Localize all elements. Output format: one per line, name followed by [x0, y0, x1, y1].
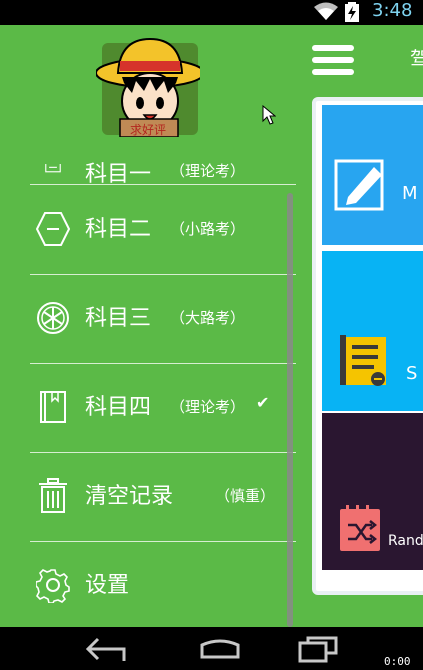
trash-icon: [39, 478, 67, 513]
drawer-item-sub: （小路考）: [170, 220, 246, 238]
card-label: S: [406, 363, 418, 384]
document-icon: [45, 164, 61, 173]
drawer-item-title: 科目一: [85, 162, 152, 187]
card-exercise[interactable]: M: [322, 105, 423, 245]
status-time: 3:48: [372, 0, 413, 21]
shuffle-icon: [340, 505, 380, 551]
app-title: 驾: [410, 47, 423, 71]
card-label: M: [402, 183, 418, 204]
drawer-item-kemu2[interactable]: 科目二 （小路考）: [30, 185, 296, 275]
home-icon[interactable]: [196, 635, 244, 663]
drawer-scrollbar[interactable]: [287, 193, 293, 627]
drawer-item-settings[interactable]: 设置: [30, 541, 296, 627]
card-random[interactable]: Rand: [322, 413, 423, 570]
hexagon-minus-icon: [36, 212, 70, 246]
book-icon: [40, 391, 66, 423]
drawer-item-sub: （慎重）: [215, 487, 276, 505]
avatar[interactable]: 求好评: [95, 33, 205, 138]
wifi-icon: [314, 2, 338, 20]
drawer-item-title: 清空记录: [85, 484, 174, 509]
navigation-drawer: 科目一 （理论考） 科目二 （小路考） 科目三 （大路考） 科目四 （理论考） …: [0, 25, 300, 627]
battery-charging-icon: [345, 2, 359, 22]
mouse-cursor-icon: [262, 105, 276, 125]
recents-icon[interactable]: [296, 635, 344, 663]
drawer-item-sub: （大路考）: [170, 309, 246, 327]
steering-wheel-icon: [37, 302, 69, 334]
notepad-icon: [340, 335, 386, 386]
gear-icon: [36, 569, 70, 603]
drawer-item-title: 科目四: [85, 395, 152, 420]
drawer-item-sub: （理论考）: [170, 162, 246, 180]
edit-icon: [334, 159, 384, 211]
status-bar: 3:48: [0, 0, 423, 25]
card-notes[interactable]: S: [322, 251, 423, 411]
drawer-item-title: 设置: [85, 573, 130, 598]
checkmark-icon: ✔: [256, 393, 270, 412]
avatar-caption: 求好评: [130, 123, 167, 137]
hamburger-icon[interactable]: [312, 45, 354, 79]
drawer-item-kemu4[interactable]: 科目四 （理论考） ✔: [30, 363, 296, 453]
card-label: Rand: [388, 533, 423, 549]
drawer-item-title: 科目二: [85, 217, 152, 242]
system-nav-bar: [0, 627, 423, 670]
fps-overlay: 0:00: [384, 655, 411, 668]
drawer-item-kemu3[interactable]: 科目三 （大路考）: [30, 274, 296, 364]
back-icon[interactable]: [84, 635, 132, 663]
card-list: M S Rand: [312, 97, 423, 595]
drawer-item-clear-records[interactable]: 清空记录 （慎重）: [30, 452, 296, 542]
drawer-item-sub: （理论考）: [170, 398, 246, 416]
drawer-item-title: 科目三: [85, 306, 152, 331]
app-content: 驾 M S Rand 科目一 （理论考） 科目二 （小路考） 科目三 （大路考）…: [0, 25, 423, 627]
main-panel: 驾 M S Rand: [300, 25, 423, 627]
